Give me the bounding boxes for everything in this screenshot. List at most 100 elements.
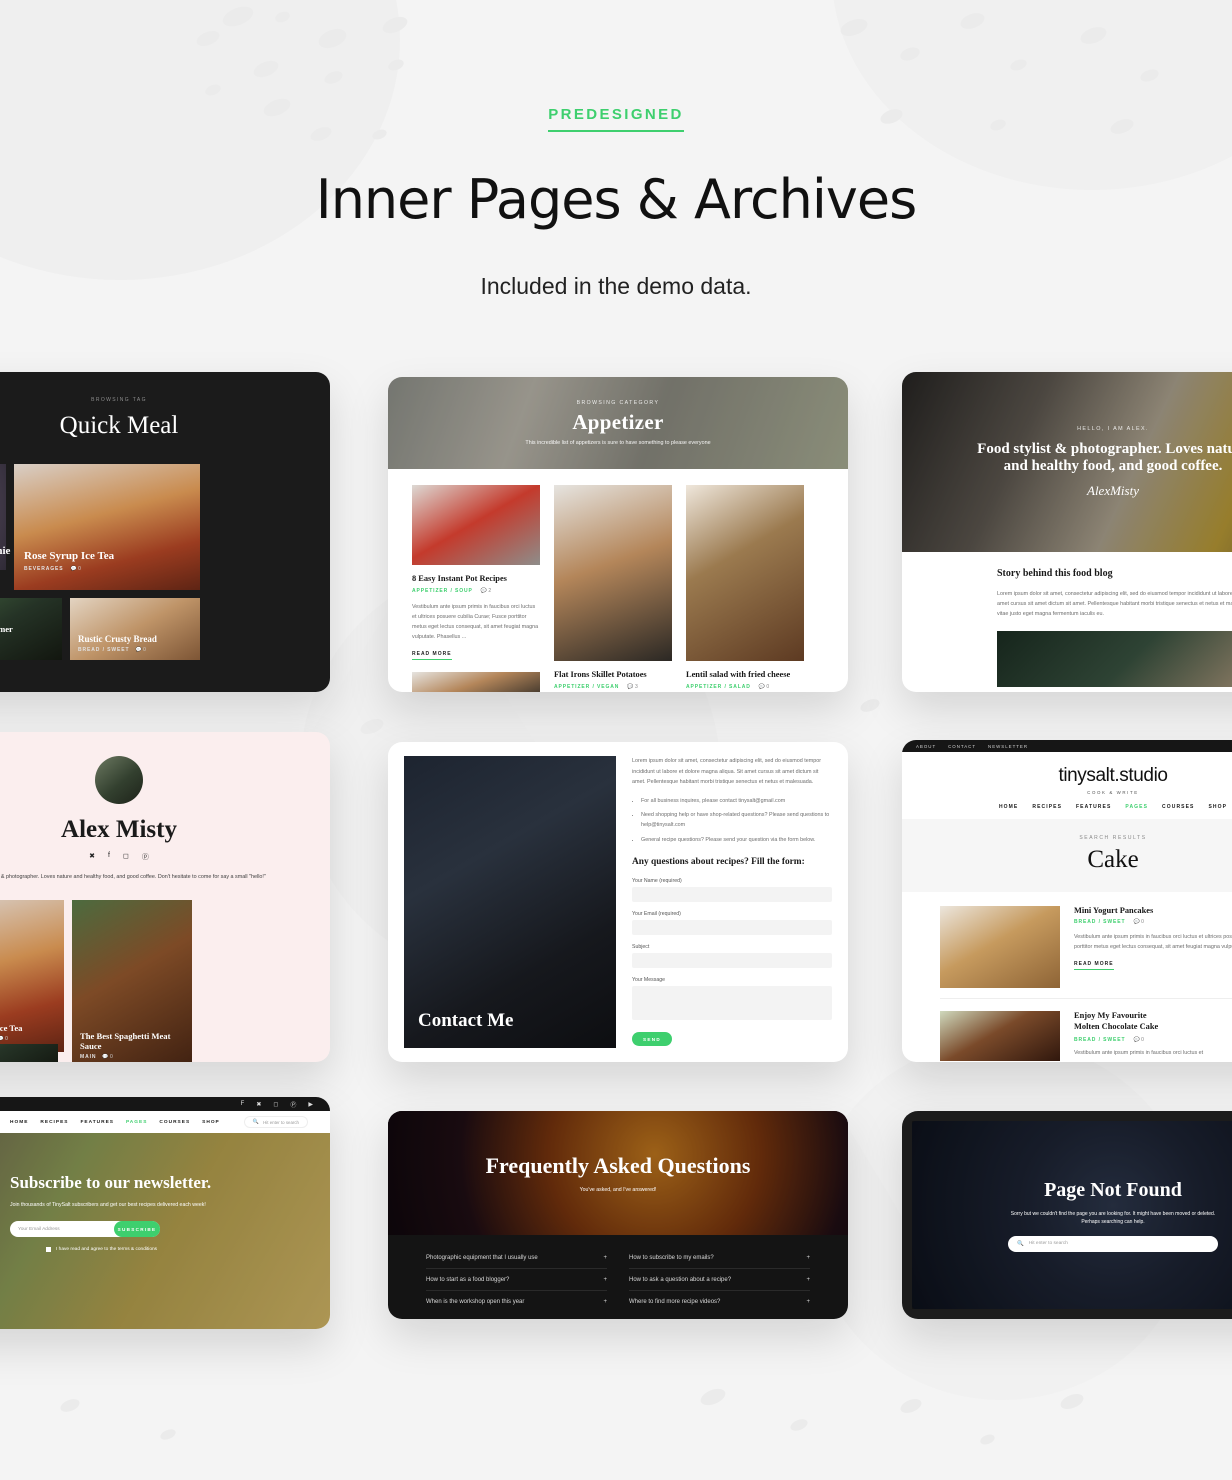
about-section-body: Lorem ipsum dolor sit amet, consectetur … — [997, 591, 1232, 617]
contact-hero-photo: Contact Me — [404, 756, 616, 1048]
about-photo — [997, 631, 1232, 687]
plus-icon[interactable]: + — [603, 1277, 607, 1283]
nav-shop[interactable]: SHOP — [202, 1120, 220, 1125]
post-card[interactable]: 8 Easy Instant Pot Recipes APPETIZER / S… — [412, 485, 540, 692]
email-field[interactable] — [632, 920, 832, 936]
search-icon[interactable]: 🔍 — [253, 1119, 259, 1125]
post-thumbnail[interactable] — [554, 485, 672, 661]
faq-item[interactable]: When is the workshop open this year + — [426, 1291, 607, 1313]
recipe-tile[interactable] — [0, 1044, 58, 1062]
contact-hero-title: Contact Me — [418, 1010, 514, 1031]
plus-icon[interactable]: + — [603, 1255, 607, 1261]
post-thumbnail[interactable] — [412, 672, 540, 692]
card-newsletter-page[interactable]: f ✖ ◻ ⓟ ▶ HOME RECIPES FEATURES PAGES CO… — [0, 1097, 330, 1329]
twitter-icon[interactable]: ✖ — [89, 852, 95, 862]
faq-question: How to start as a food blogger? — [426, 1276, 510, 1283]
card-search-results-page[interactable]: ABOUT CONTACT NEWSLETTER 🔍 Hit enter to … — [902, 740, 1232, 1062]
twitter-icon[interactable]: ✖ — [256, 1101, 262, 1108]
plus-icon[interactable]: + — [603, 1299, 607, 1305]
pinterest-icon[interactable]: ⓟ — [290, 1100, 297, 1109]
recipe-tile[interactable]: Pickled Summer Vegetables VEGAN 💬 0 — [0, 598, 62, 660]
read-more-link[interactable]: READ MORE — [412, 651, 452, 660]
result-title: Enjoy My Favourite Molten Chocolate Cake — [1074, 1011, 1159, 1031]
nav-pages[interactable]: PAGES — [126, 1120, 147, 1125]
email-input[interactable]: Your Email Address — [18, 1227, 60, 1232]
instagram-icon[interactable]: ◻ — [273, 1101, 279, 1108]
nav-pages[interactable]: PAGES — [1125, 804, 1148, 810]
comment-count: 💬 0 — [1133, 1036, 1144, 1043]
card-faq-page[interactable]: Frequently Asked Questions You've asked,… — [388, 1111, 848, 1319]
search-icon[interactable]: 🔍 — [1017, 1241, 1024, 1247]
recipe-tag: BREAD / SWEET — [78, 647, 130, 653]
recipe-tile[interactable]: Rose Syrup Ice Tea BEVERAGES 💬 0 — [14, 464, 200, 590]
search-box[interactable]: 🔍 Hit enter to search — [1008, 1235, 1218, 1252]
faq-subtitle: You've asked, and I've answered! — [579, 1187, 657, 1193]
post-thumbnail[interactable] — [686, 485, 804, 661]
faq-item[interactable]: How to start as a food blogger? + — [426, 1269, 607, 1291]
recipe-tile[interactable]: Blueberry Smoothie — [0, 464, 10, 570]
consent-checkbox[interactable] — [46, 1247, 51, 1252]
nav-recipes[interactable]: RECIPES — [40, 1120, 68, 1125]
subject-field[interactable] — [632, 953, 832, 969]
recipe-tag: MAIN — [80, 1054, 97, 1061]
pinterest-icon[interactable]: ⓟ — [142, 852, 149, 862]
recipe-title: Blueberry Smoothie — [0, 545, 11, 557]
faq-item[interactable]: How to subscribe to my emails? + — [629, 1247, 810, 1269]
subscribe-button[interactable]: SUBSCRIBE — [114, 1221, 160, 1237]
notfound-subtitle-1: Sorry but we couldn't find the page you … — [1010, 1210, 1216, 1217]
faq-question: Photographic equipment that I usually us… — [426, 1254, 538, 1261]
faq-item[interactable]: Photographic equipment that I usually us… — [426, 1247, 607, 1269]
search-input[interactable]: Hit enter to search — [263, 1120, 299, 1125]
post-title: Flat Irons Skillet Potatoes — [554, 670, 647, 679]
recipe-tile[interactable]: Rose Syrup Ice Tea BEVERAGES 💬 0 — [0, 900, 64, 1053]
youtube-icon[interactable]: ▶ — [308, 1101, 314, 1108]
nav-features[interactable]: FEATURES — [1076, 804, 1111, 810]
recipe-tile[interactable]: The Best Spaghetti Meat Sauce MAIN 💬 0 — [72, 900, 192, 1062]
nav-features[interactable]: FEATURES — [80, 1120, 114, 1125]
post-card[interactable]: Flat Irons Skillet Potatoes APPETIZER / … — [554, 485, 672, 692]
faq-item[interactable]: Where to find more recipe videos? + — [629, 1291, 810, 1313]
card-appetizer-archive[interactable]: BROWSING CATEGORY Appetizer This incredi… — [388, 377, 848, 692]
facebook-icon[interactable]: f — [108, 852, 110, 862]
page-title: Inner Pages & Archives — [315, 168, 917, 231]
nav-courses[interactable]: COURSES — [1162, 804, 1194, 810]
result-thumbnail[interactable] — [940, 1011, 1060, 1061]
post-thumbnail[interactable] — [412, 485, 540, 565]
search-result-row[interactable]: Enjoy My Favourite Molten Chocolate Cake… — [940, 998, 1232, 1061]
topbar-link-newsletter[interactable]: NEWSLETTER — [988, 744, 1028, 749]
card-contact-page[interactable]: Contact Me Lorem ipsum dolor sit amet, c… — [388, 742, 848, 1062]
plus-icon[interactable]: + — [806, 1277, 810, 1283]
card-404-page[interactable]: Page Not Found Sorry but we couldn't fin… — [902, 1111, 1232, 1319]
result-thumbnail[interactable] — [940, 906, 1060, 988]
instagram-icon[interactable]: ◻ — [123, 852, 129, 862]
plus-icon[interactable]: + — [806, 1255, 810, 1261]
card-quick-meal-archive[interactable]: BROWSING TAG Quick Meal Blueberry Smooth… — [0, 372, 330, 692]
send-button[interactable]: SEND — [632, 1032, 672, 1047]
site-logo[interactable]: tinysalt.studio — [902, 765, 1232, 787]
recipe-tile[interactable]: Rustic Crusty Bread BREAD / SWEET 💬 0 — [70, 598, 200, 660]
post-card[interactable]: Lentil salad with fried cheese APPETIZER… — [686, 485, 804, 692]
mockup-grid: BROWSING TAG Quick Meal Blueberry Smooth… — [0, 372, 1232, 1367]
search-query-title: Cake — [1087, 846, 1139, 873]
search-result-row[interactable]: Mini Yogurt Pancakes BREAD / SWEET 💬 0 V… — [902, 892, 1232, 988]
nav-shop[interactable]: SHOP — [1208, 804, 1227, 810]
card-author-page[interactable]: Alex Misty ✖ f ◻ ⓟ Food stylist & photog… — [0, 732, 330, 1062]
card-about-page[interactable]: HELLO, I AM ALEX. Food stylist & photogr… — [902, 372, 1232, 692]
post-tag: APPETIZER / VEGAN — [554, 684, 620, 690]
search-kicker: SEARCH RESULTS — [1079, 835, 1147, 841]
nav-courses[interactable]: COURSES — [159, 1120, 190, 1125]
facebook-icon[interactable]: f — [241, 1101, 246, 1107]
read-more-link[interactable]: READ MORE — [1074, 961, 1114, 970]
message-field[interactable] — [632, 986, 832, 1021]
search-input[interactable]: Hit enter to search — [1029, 1241, 1068, 1246]
page-header: PREDESIGNED Inner Pages & Archives Inclu… — [0, 0, 1232, 300]
comment-count: 💬 0 — [0, 1036, 8, 1043]
faq-item[interactable]: How to ask a question about a recipe? + — [629, 1269, 810, 1291]
topbar-link-about[interactable]: ABOUT — [916, 744, 936, 749]
nav-home[interactable]: HOME — [10, 1120, 28, 1125]
name-field[interactable] — [632, 887, 832, 903]
topbar-link-contact[interactable]: CONTACT — [948, 744, 976, 749]
plus-icon[interactable]: + — [806, 1299, 810, 1305]
nav-recipes[interactable]: RECIPES — [1032, 804, 1062, 810]
nav-home[interactable]: HOME — [999, 804, 1018, 810]
